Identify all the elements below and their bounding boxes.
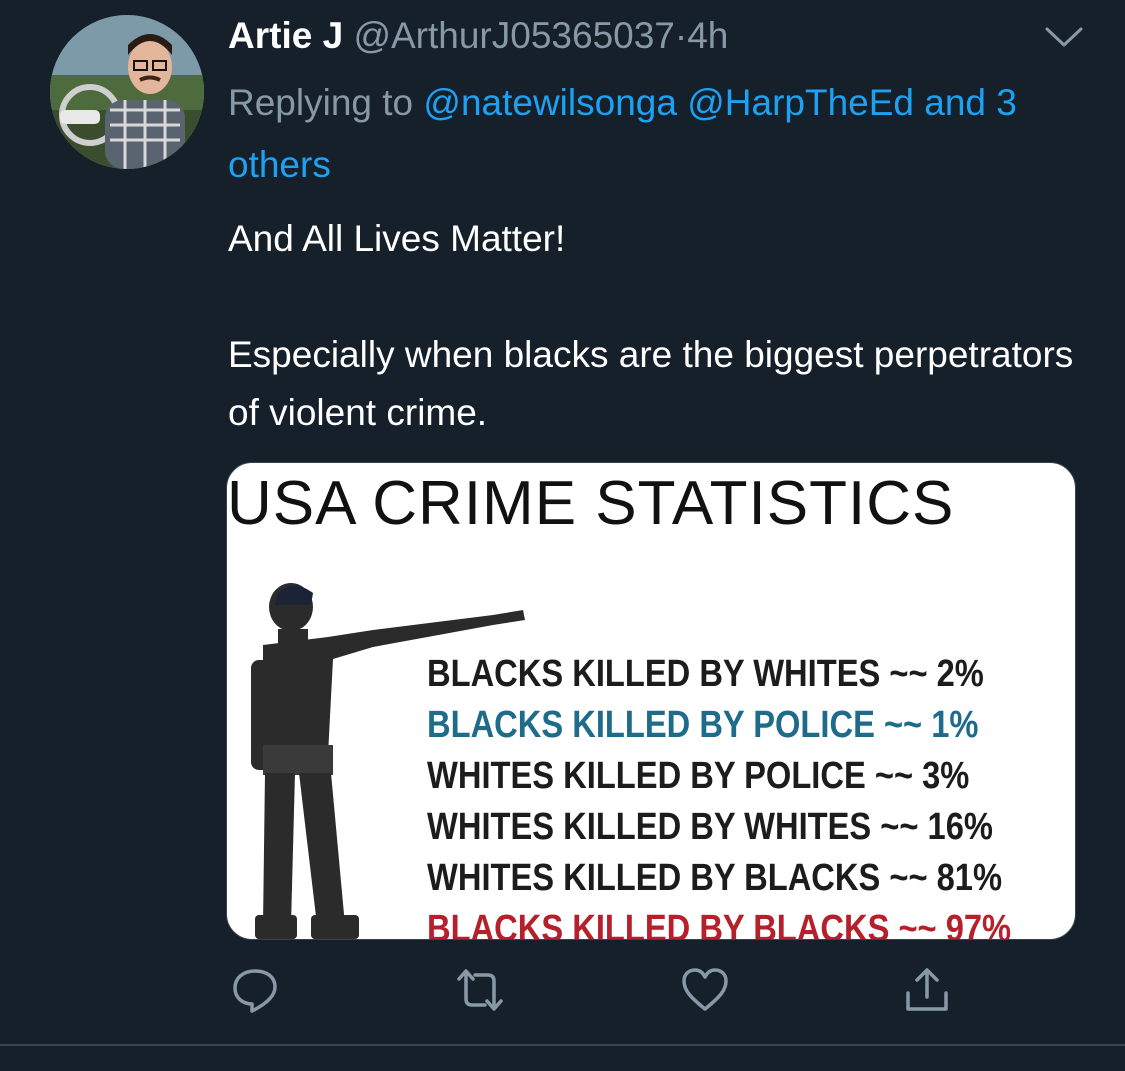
tweet[interactable]: Artie J @ArthurJ05365037·4h Replying to … (0, 0, 1125, 1071)
replying-to: Replying to @natewilsonga @HarpTheEd and… (228, 72, 1088, 196)
replying-to-label: Replying to (228, 82, 414, 123)
timestamp[interactable]: 4h (687, 15, 728, 56)
reply-icon[interactable] (230, 965, 280, 1015)
chevron-down-icon[interactable] (1043, 24, 1085, 50)
tweet-header: Artie J @ArthurJ05365037·4h (228, 14, 728, 58)
user-handle[interactable]: @ArthurJ05365037 (353, 15, 674, 56)
retweet-icon[interactable] (455, 965, 505, 1015)
crime-statistics-list: BLACKS KILLED BY WHITES ~~ 2% BLACKS KIL… (427, 649, 1067, 940)
media-image[interactable]: USA CRIME STATISTICS BLACKS KILLED BY WH… (226, 462, 1076, 940)
stat-row: WHITES KILLED BY BLACKS ~~ 81% (427, 857, 1003, 899)
image-title: USA CRIME STATISTICS (227, 469, 955, 538)
mention-link[interactable]: @HarpTheEd (687, 82, 914, 123)
like-icon[interactable] (680, 965, 730, 1015)
tweet-text-line: Especially when blacks are the biggest p… (228, 334, 1074, 433)
stat-row: WHITES KILLED BY POLICE ~~ 3% (427, 755, 970, 797)
tweet-text-line: And All Lives Matter! (228, 218, 566, 259)
tweet-text: And All Lives Matter! Especially when bl… (228, 210, 1088, 442)
divider (0, 1044, 1125, 1046)
stat-row: BLACKS KILLED BY POLICE ~~ 1% (427, 704, 979, 746)
share-icon[interactable] (902, 965, 952, 1015)
avatar[interactable] (50, 15, 204, 169)
avatar-photo (50, 15, 204, 169)
stat-row: BLACKS KILLED BY WHITES ~~ 2% (427, 653, 984, 695)
separator-dot: · (674, 15, 688, 56)
stat-row: WHITES KILLED BY WHITES ~~ 16% (427, 806, 993, 848)
mention-link[interactable]: @natewilsonga (423, 82, 677, 123)
display-name[interactable]: Artie J (228, 15, 343, 56)
stat-row: BLACKS KILLED BY BLACKS ~~ 97% (427, 908, 1012, 940)
